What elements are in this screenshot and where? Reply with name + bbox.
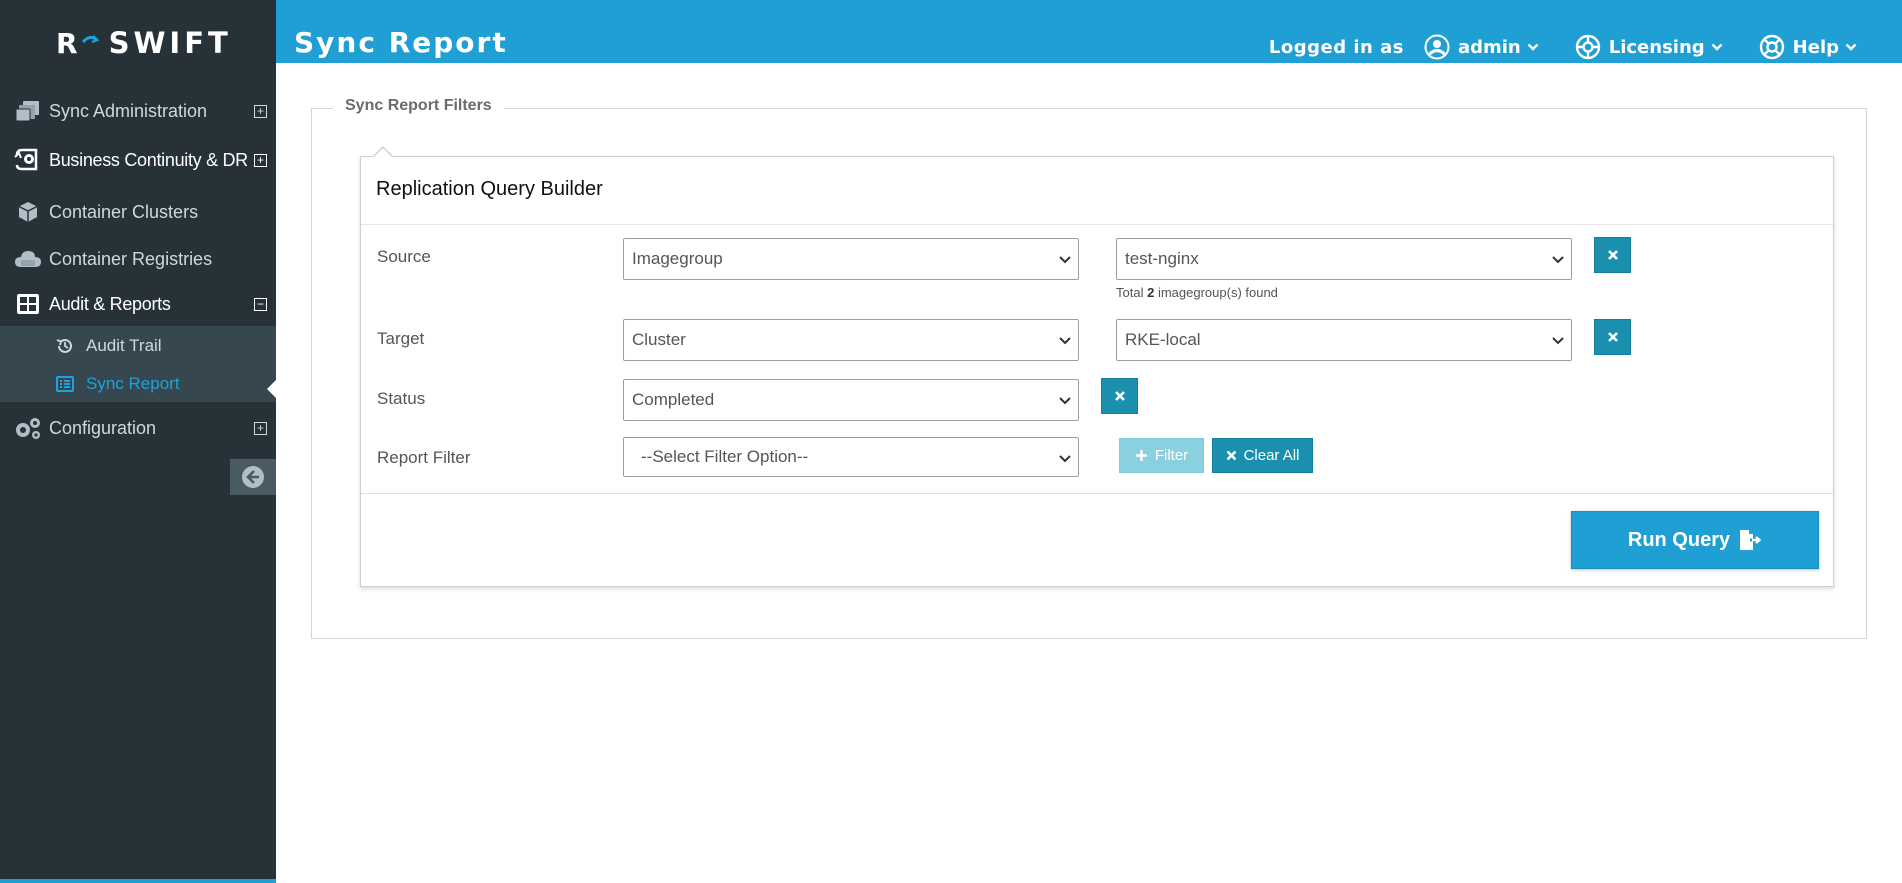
sidebar-item-label: Container Clusters xyxy=(49,201,199,222)
list-icon xyxy=(55,376,75,392)
sidebar-item-business-continuity[interactable]: Business Continuity & DR + xyxy=(0,146,276,174)
sidebar-item-container-registries[interactable]: Container Registries xyxy=(0,245,276,273)
chevron-down-icon xyxy=(1059,397,1071,405)
source-count: 2 xyxy=(1147,285,1155,300)
sidebar-subitem-audit-trail[interactable]: Audit Trail xyxy=(0,334,276,358)
history-icon xyxy=(55,337,75,355)
help-lifebuoy-icon xyxy=(1759,34,1784,60)
business-continuity-icon xyxy=(13,147,43,173)
divider xyxy=(361,493,1833,494)
close-icon xyxy=(1114,391,1125,401)
sidebar-item-configuration[interactable]: Configuration + xyxy=(0,414,276,442)
select-value: test-nginx xyxy=(1125,249,1199,268)
source-type-select[interactable]: Imagegroup xyxy=(623,238,1079,280)
sidebar-item-label: Sync Administration xyxy=(49,100,208,121)
sync-admin-icon xyxy=(13,98,43,124)
user-circle-icon xyxy=(1424,34,1450,60)
cube-icon xyxy=(13,199,43,225)
target-item-select[interactable]: RKE-local xyxy=(1116,319,1572,361)
chevron-down-icon xyxy=(1059,455,1071,463)
expand-icon[interactable]: + xyxy=(254,153,267,167)
arrow-left-circle-icon xyxy=(242,466,264,488)
chevron-down-icon xyxy=(1552,337,1564,345)
expand-icon[interactable]: + xyxy=(254,104,267,118)
licensing-gear-icon xyxy=(1575,34,1600,60)
source-label: Source xyxy=(377,247,431,266)
filters-legend: Sync Report Filters xyxy=(333,97,504,115)
sidebar-item-label: Business Continuity & DR xyxy=(49,149,248,170)
gears-icon xyxy=(13,415,43,441)
header-user-area: Logged in as admin Licensing Help xyxy=(1269,34,1857,60)
licensing-label: Licensing xyxy=(1608,36,1705,58)
report-filter-select[interactable]: --Select Filter Option-- xyxy=(623,437,1079,477)
page-title: Sync Report xyxy=(294,26,508,59)
help-label: Help xyxy=(1792,36,1839,58)
collapse-sidebar-button[interactable] xyxy=(230,459,276,495)
report-filter-label: Report Filter xyxy=(377,448,471,467)
cloud-icon xyxy=(13,246,43,272)
licensing-menu[interactable]: Licensing xyxy=(1575,34,1723,60)
help-menu[interactable]: Help xyxy=(1759,34,1857,60)
logo-arrow-icon xyxy=(81,35,99,44)
active-indicator xyxy=(267,380,276,398)
select-value: RKE-local xyxy=(1125,330,1201,349)
sidebar-item-audit-reports[interactable]: Audit & Reports − xyxy=(0,290,276,318)
status-select[interactable]: Completed xyxy=(623,379,1079,421)
select-value: Cluster xyxy=(632,330,686,349)
sidebar-item-label: Container Registries xyxy=(49,248,213,269)
target-label: Target xyxy=(377,329,425,348)
select-value: Completed xyxy=(632,390,715,409)
remove-target-button[interactable] xyxy=(1594,319,1631,355)
chevron-down-icon xyxy=(1527,43,1539,51)
sidebar-bottom-bar xyxy=(0,879,276,883)
filter-button-label: Filter xyxy=(1154,447,1189,464)
sidebar-item-label: Configuration xyxy=(49,417,157,438)
collapse-icon[interactable]: − xyxy=(254,297,267,311)
sidebar-item-container-clusters[interactable]: Container Clusters xyxy=(0,198,276,226)
plus-icon xyxy=(1135,450,1147,461)
clear-all-button-label: Clear All xyxy=(1243,447,1300,464)
user-menu[interactable]: admin xyxy=(1424,34,1539,60)
chevron-down-icon xyxy=(1711,43,1723,51)
sidebar-subitem-sync-report[interactable]: Sync Report xyxy=(0,372,276,396)
sidebar-item-label: Audit & Reports xyxy=(49,293,171,314)
logged-in-label: Logged in as xyxy=(1268,36,1404,58)
select-value: Imagegroup xyxy=(632,249,723,268)
clear-all-button[interactable]: Clear All xyxy=(1212,438,1313,473)
sidebar-subitem-label: Sync Report xyxy=(86,374,180,393)
sidebar-subitem-label: Audit Trail xyxy=(86,336,162,355)
sidebar: R SWIFT Sync Administration + Business C… xyxy=(0,0,276,883)
divider xyxy=(361,224,1833,225)
run-query-button[interactable]: Run Query xyxy=(1571,511,1819,569)
close-icon xyxy=(1607,332,1618,342)
close-icon xyxy=(1607,250,1618,260)
target-type-select[interactable]: Cluster xyxy=(623,319,1079,361)
top-header: Sync Report Logged in as admin Licensing… xyxy=(276,0,1902,63)
logo-text: SWIFT xyxy=(108,26,232,60)
file-export-icon xyxy=(1740,530,1762,550)
chevron-down-icon xyxy=(1059,256,1071,264)
app-logo[interactable]: R SWIFT xyxy=(56,26,232,60)
filter-button[interactable]: Filter xyxy=(1119,438,1204,473)
user-name: admin xyxy=(1457,36,1521,58)
remove-source-button[interactable] xyxy=(1594,237,1631,273)
sidebar-item-sync-administration[interactable]: Sync Administration + xyxy=(0,97,276,125)
source-count-hint: Total 2 imagegroup(s) found xyxy=(1116,285,1278,300)
chevron-down-icon xyxy=(1059,337,1071,345)
close-icon xyxy=(1226,450,1236,461)
remove-status-button[interactable] xyxy=(1101,378,1138,414)
source-item-select[interactable]: test-nginx xyxy=(1116,238,1572,280)
logo-mark: R xyxy=(56,26,79,60)
expand-icon[interactable]: + xyxy=(254,421,267,435)
query-builder-title: Replication Query Builder xyxy=(376,178,603,200)
status-label: Status xyxy=(377,389,426,408)
select-placeholder: --Select Filter Option-- xyxy=(641,447,809,466)
chevron-down-icon xyxy=(1845,43,1857,51)
run-query-label: Run Query xyxy=(1627,528,1731,551)
chevron-down-icon xyxy=(1552,256,1564,264)
table-grid-icon xyxy=(13,291,43,317)
